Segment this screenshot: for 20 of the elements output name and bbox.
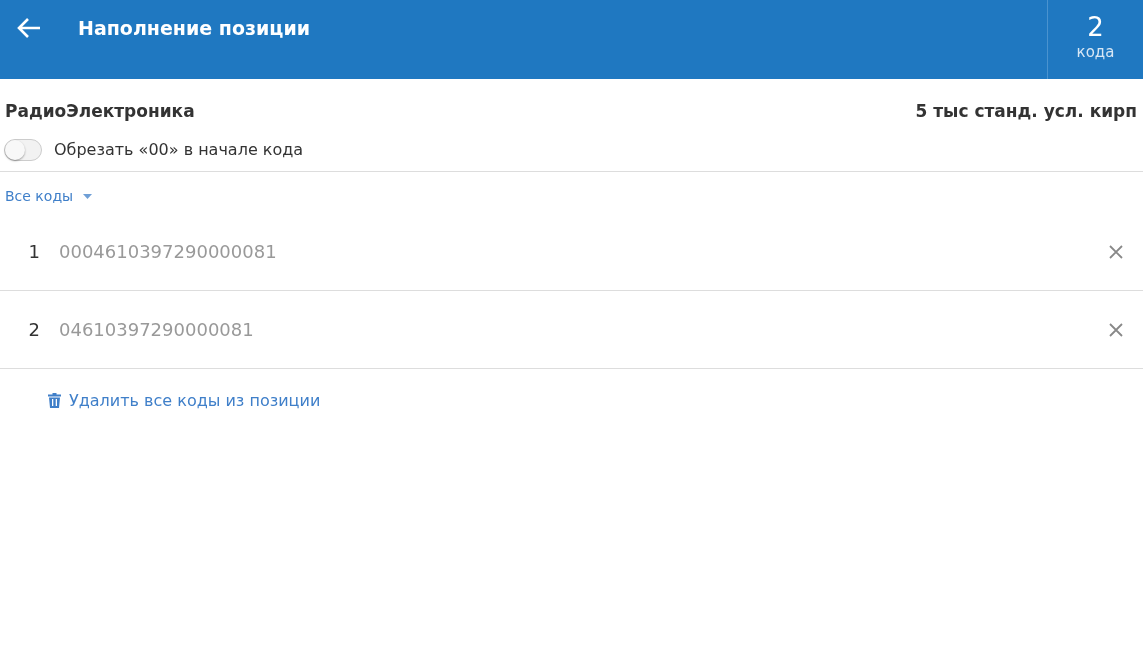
code-value: 04610397290000081	[58, 319, 255, 340]
position-name: РадиоЭлектроника	[5, 101, 195, 121]
trim-toggle-switch[interactable]	[4, 138, 42, 161]
trash-icon	[48, 393, 61, 408]
code-value: 0004610397290000081	[58, 241, 278, 262]
code-count-label: кода	[1076, 42, 1115, 62]
remove-button[interactable]	[1108, 321, 1124, 338]
code-count: 2	[1087, 12, 1104, 42]
row-number: 1	[27, 241, 40, 262]
trim-toggle-label: Обрезать «00» в начале кода	[54, 140, 304, 159]
page-title: Наполнение позиции	[77, 16, 312, 41]
remove-button[interactable]	[1108, 243, 1124, 260]
close-icon	[1108, 321, 1124, 338]
position-quantity: 5 тыс станд. усл. кирп	[915, 101, 1137, 121]
row-number: 2	[27, 319, 40, 340]
filter-dropdown[interactable]: Все коды	[5, 188, 93, 204]
back-arrow-icon	[16, 17, 42, 39]
delete-all-link[interactable]: Удалить все коды из позиции	[48, 391, 321, 410]
caret-icon	[83, 193, 93, 199]
close-icon	[1108, 243, 1124, 260]
